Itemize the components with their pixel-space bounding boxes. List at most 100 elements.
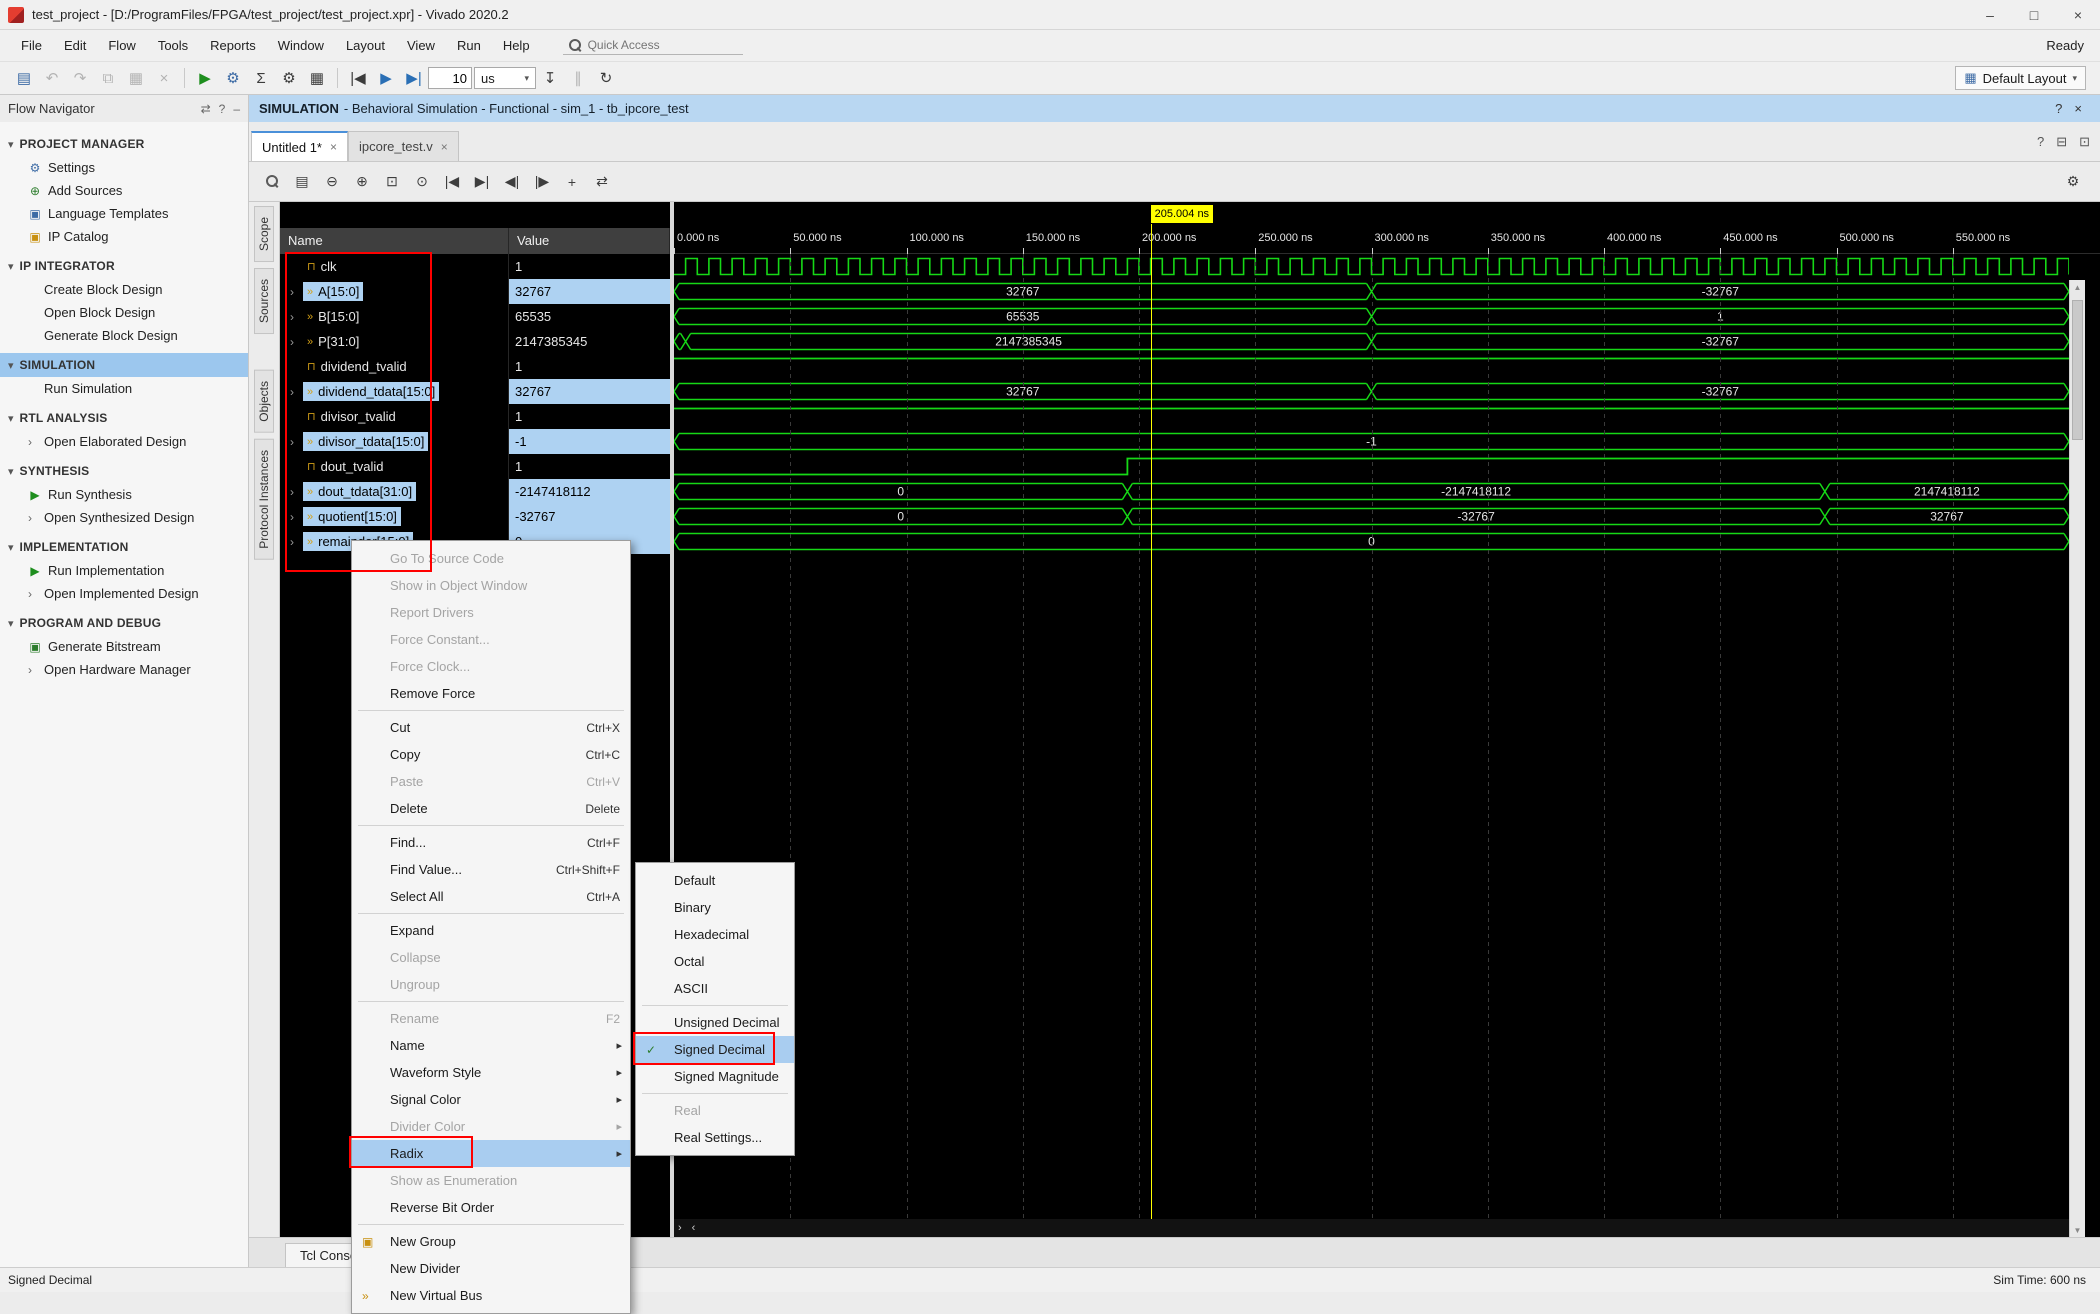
menu-window[interactable]: Window bbox=[267, 34, 335, 58]
relaunch-button[interactable]: ↻ bbox=[592, 65, 620, 91]
step-button[interactable]: ↧ bbox=[536, 65, 564, 91]
go-to-time-end-button[interactable]: ▶| bbox=[467, 168, 497, 196]
signal-row-dividend-tvalid[interactable]: ⊓dividend_tvalid bbox=[280, 354, 508, 379]
side-tab-sources[interactable]: Sources bbox=[254, 268, 274, 334]
signal-value[interactable]: -2147418112 bbox=[509, 479, 670, 504]
signal-value[interactable]: 2147385345 bbox=[509, 329, 670, 354]
menu-file[interactable]: File bbox=[10, 34, 53, 58]
expand-icon[interactable]: › bbox=[290, 535, 303, 549]
nav-item-ip-catalog[interactable]: ▣IP Catalog bbox=[0, 225, 248, 248]
float-icon[interactable]: ⊟ bbox=[2056, 134, 2067, 150]
save-button[interactable]: ▤ bbox=[10, 65, 38, 91]
signal-row-divisor-tvalid[interactable]: ⊓divisor_tvalid bbox=[280, 404, 508, 429]
nav-item-create-block-design[interactable]: Create Block Design bbox=[0, 278, 248, 301]
signal-name[interactable]: »A[15:0] bbox=[303, 282, 363, 301]
collapse-right-icon[interactable]: › bbox=[678, 1222, 682, 1234]
run-for-button[interactable]: ▶| bbox=[400, 65, 428, 91]
nav-item-open-synthesized-design[interactable]: ›Open Synthesized Design bbox=[0, 506, 248, 529]
menu-item-copy[interactable]: CopyCtrl+C bbox=[352, 741, 630, 768]
nav-item-generate-bitstream[interactable]: ▣Generate Bitstream bbox=[0, 635, 248, 658]
signal-row-divisor-tdata-15-0[interactable]: ›»divisor_tdata[15:0] bbox=[280, 429, 508, 454]
menu-item-remove-force[interactable]: Remove Force bbox=[352, 680, 630, 707]
nav-item-open-block-design[interactable]: Open Block Design bbox=[0, 301, 248, 324]
menu-item-waveform-style[interactable]: Waveform Style▸ bbox=[352, 1059, 630, 1086]
signal-value[interactable]: 1 bbox=[509, 404, 670, 429]
scroll-down-icon[interactable]: ▼ bbox=[2070, 1223, 2085, 1237]
signal-name[interactable]: ⊓clk bbox=[303, 257, 340, 276]
settings-button[interactable]: ⚙ bbox=[219, 65, 247, 91]
signal-value[interactable]: 65535 bbox=[509, 304, 670, 329]
expand-icon[interactable]: › bbox=[290, 335, 303, 349]
menu-item-new-virtual-bus[interactable]: »New Virtual Bus bbox=[352, 1282, 630, 1309]
menu-item-real-settings[interactable]: Real Settings... bbox=[636, 1124, 794, 1151]
quick-access-input[interactable] bbox=[588, 38, 718, 52]
expand-icon[interactable]: › bbox=[290, 310, 303, 324]
menu-item-new-group[interactable]: ▣New Group bbox=[352, 1228, 630, 1255]
nav-item-run-simulation[interactable]: Run Simulation bbox=[0, 377, 248, 400]
search-button[interactable] bbox=[257, 168, 287, 196]
expand-icon[interactable]: › bbox=[290, 435, 303, 449]
save-wave-config-button[interactable]: ▤ bbox=[287, 168, 317, 196]
wave-region[interactable]: 32767-327676553512147385345-3276732767-3… bbox=[674, 254, 2069, 1237]
settings-button[interactable]: ⚙ bbox=[2058, 168, 2088, 196]
tab-ipcore-test-v[interactable]: ipcore_test.v× bbox=[348, 131, 459, 161]
menu-reports[interactable]: Reports bbox=[199, 34, 267, 58]
scroll-up-icon[interactable]: ▲ bbox=[2070, 280, 2085, 294]
nav-item-run-implementation[interactable]: ▶Run Implementation bbox=[0, 559, 248, 582]
run-time-input[interactable] bbox=[428, 67, 472, 89]
signal-row-p-31-0[interactable]: ›»P[31:0] bbox=[280, 329, 508, 354]
menu-view[interactable]: View bbox=[396, 34, 446, 58]
tab-untitled-1[interactable]: Untitled 1*× bbox=[251, 131, 348, 161]
menu-item-find[interactable]: Find...Ctrl+F bbox=[352, 829, 630, 856]
restart-sim-button[interactable]: |◀ bbox=[344, 65, 372, 91]
add-marker-button[interactable]: + bbox=[557, 168, 587, 196]
expand-icon[interactable]: › bbox=[290, 510, 303, 524]
signal-row-clk[interactable]: ⊓clk bbox=[280, 254, 508, 279]
signal-row-dividend-tdata-15-0[interactable]: ›»dividend_tdata[15:0] bbox=[280, 379, 508, 404]
report-button[interactable]: Σ bbox=[247, 65, 275, 91]
signal-name[interactable]: »quotient[15:0] bbox=[303, 507, 401, 526]
signal-name[interactable]: ⊓dout_tvalid bbox=[303, 457, 387, 476]
menu-item-octal[interactable]: Octal bbox=[636, 948, 794, 975]
menu-item-hexadecimal[interactable]: Hexadecimal bbox=[636, 921, 794, 948]
collapse-left-icon[interactable]: ‹ bbox=[692, 1222, 696, 1234]
help-icon[interactable]: ? bbox=[2037, 134, 2044, 150]
signal-name[interactable]: »divisor_tdata[15:0] bbox=[303, 432, 428, 451]
minimize-button[interactable]: – bbox=[1968, 0, 2012, 30]
signal-row-a-15-0[interactable]: ›»A[15:0] bbox=[280, 279, 508, 304]
close-banner-icon[interactable]: × bbox=[2074, 101, 2082, 116]
scrollbar-thumb[interactable] bbox=[2072, 300, 2083, 440]
side-tab-scope[interactable]: Scope bbox=[254, 206, 274, 262]
nav-item-generate-block-design[interactable]: Generate Block Design bbox=[0, 324, 248, 347]
expand-icon[interactable]: › bbox=[290, 385, 303, 399]
menu-item-reverse-bit-order[interactable]: Reverse Bit Order bbox=[352, 1194, 630, 1221]
nav-section-implementation[interactable]: ▾IMPLEMENTATION bbox=[0, 535, 248, 559]
go-to-time-0-button[interactable]: |◀ bbox=[437, 168, 467, 196]
help-icon[interactable]: ? bbox=[219, 102, 226, 116]
menu-item-radix[interactable]: Radix▸ bbox=[352, 1140, 630, 1167]
signal-row-b-15-0[interactable]: ›»B[15:0] bbox=[280, 304, 508, 329]
maximize-button[interactable]: □ bbox=[2012, 0, 2056, 30]
side-tab-objects[interactable]: Objects bbox=[254, 370, 274, 433]
signal-value[interactable]: -1 bbox=[509, 429, 670, 454]
previous-transition-button[interactable]: ◀| bbox=[497, 168, 527, 196]
signal-value[interactable]: 1 bbox=[509, 254, 670, 279]
nav-item-settings[interactable]: ⚙Settings bbox=[0, 156, 248, 179]
nav-section-project-manager[interactable]: ▾PROJECT MANAGER bbox=[0, 132, 248, 156]
next-transition-button[interactable]: |▶ bbox=[527, 168, 557, 196]
menu-item-find-value[interactable]: Find Value...Ctrl+Shift+F bbox=[352, 856, 630, 883]
menu-item-unsigned-decimal[interactable]: Unsigned Decimal bbox=[636, 1009, 794, 1036]
signal-row-quotient-15-0[interactable]: ›»quotient[15:0] bbox=[280, 504, 508, 529]
quick-access-search[interactable] bbox=[563, 36, 743, 55]
menu-item-signed-magnitude[interactable]: Signed Magnitude bbox=[636, 1063, 794, 1090]
horizontal-scrollbar[interactable]: › ‹ bbox=[674, 1219, 2069, 1237]
menu-item-binary[interactable]: Binary bbox=[636, 894, 794, 921]
menu-item-select-all[interactable]: Select AllCtrl+A bbox=[352, 883, 630, 910]
menu-help[interactable]: Help bbox=[492, 34, 541, 58]
expand-icon[interactable]: › bbox=[290, 485, 303, 499]
nav-item-add-sources[interactable]: ⊕Add Sources bbox=[0, 179, 248, 202]
menu-item-cut[interactable]: CutCtrl+X bbox=[352, 714, 630, 741]
menu-flow[interactable]: Flow bbox=[97, 34, 146, 58]
menu-item-ascii[interactable]: ASCII bbox=[636, 975, 794, 1002]
run-flow-button[interactable]: ▶ bbox=[191, 65, 219, 91]
